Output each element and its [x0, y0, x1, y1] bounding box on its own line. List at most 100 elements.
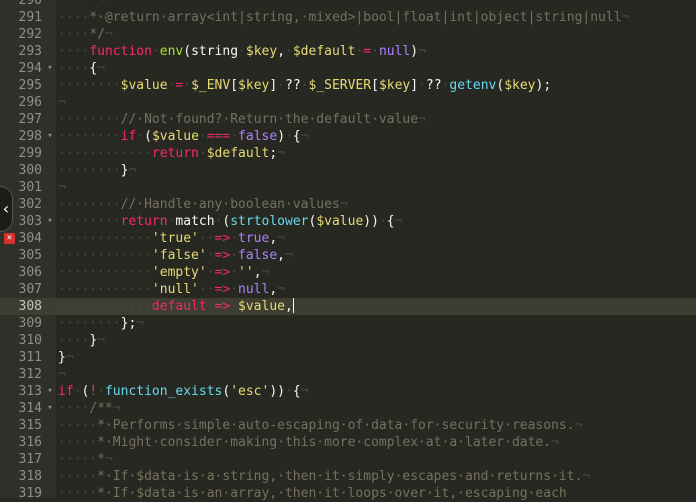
code-text[interactable]: ········};¬	[58, 315, 144, 332]
code-text[interactable]: ····/**¬	[58, 400, 121, 417]
code-line[interactable]: 319 ·····*·If·$data·is·an·array,·then·it·…	[0, 485, 696, 502]
code-line[interactable]: 312 ¬	[0, 366, 696, 383]
code-token: ·	[230, 265, 239, 280]
code-token: ····	[58, 10, 90, 25]
chevron-left-icon[interactable]: ‹	[0, 186, 13, 232]
fold-arrow-icon[interactable]: ▾	[45, 128, 55, 145]
code-line[interactable]: 293 ····function·env(string·$key,·$defaul…	[0, 43, 696, 60]
code-line[interactable]: ✕ 304 ············'true'··=>·true,¬	[0, 230, 696, 247]
code-text[interactable]: ¬	[58, 179, 66, 196]
error-x-icon[interactable]: ✕	[4, 233, 15, 244]
code-token: ¬	[582, 469, 591, 484]
code-text[interactable]: ········}¬	[58, 162, 136, 179]
code-token: ¬	[621, 10, 630, 25]
code-token: //·Not·found?·Return·the·default·value	[120, 112, 419, 127]
code-text[interactable]: ¬	[58, 94, 66, 111]
code-text[interactable]: ············'empty'·=>·'',¬	[58, 264, 269, 281]
fold-arrow-icon[interactable]: ▾	[45, 400, 55, 417]
code-token: null	[378, 44, 411, 59]
code-text[interactable]: ············'false'·=>·false,¬	[58, 247, 293, 264]
code-token: ¬	[97, 0, 105, 8]
code-line[interactable]: 301 ¬	[0, 179, 696, 196]
code-token: ····	[58, 44, 90, 59]
code-text[interactable]: ············return·$default;¬	[58, 145, 285, 162]
code-token: ·	[230, 299, 239, 314]
code-text[interactable]: ····{¬	[58, 60, 105, 77]
code-line[interactable]: 300 ········}¬	[0, 162, 696, 179]
code-text[interactable]: ·····*·If·$data·is·an·array,·then·it·loo…	[58, 485, 567, 502]
code-text[interactable]: ········//·Handle·any·boolean·values¬	[58, 196, 348, 213]
code-line[interactable]: 307 ············'null'··=>·null,¬	[0, 281, 696, 298]
code-token: ¬	[277, 282, 285, 297]
code-token: ········	[58, 163, 121, 178]
code-text[interactable]: if·(!·function_exists('esc'))·{¬	[58, 383, 308, 400]
code-text[interactable]: ····function·env(string·$key,·$default·=…	[58, 43, 426, 60]
code-text[interactable]: ····}¬	[58, 332, 105, 349]
code-line[interactable]: 297 ········//·Not·found?·Return·the·defa…	[0, 111, 696, 128]
code-token: ¬	[104, 452, 113, 467]
code-text[interactable]: ············'true'··=>·true,¬	[58, 230, 285, 247]
code-text[interactable]: ········return·match·(strtolower($value)…	[58, 213, 402, 230]
code-token: ·	[371, 44, 379, 59]
code-line[interactable]: 295 ········$value·=·$_ENV[$key]·??·$_SER…	[0, 77, 696, 94]
code-line[interactable]: 317 ·····*¬	[0, 451, 696, 468]
code-line[interactable]: 296 ¬	[0, 94, 696, 111]
fold-arrow-icon[interactable]: ▾	[45, 213, 55, 230]
code-line[interactable]: 303 ▾ ········return·match·(strtolower($va…	[0, 213, 696, 230]
code-token: ········	[58, 197, 121, 212]
code-line[interactable]: 309 ········};¬	[0, 315, 696, 332]
code-token: )	[277, 129, 286, 144]
code-text[interactable]: }¬	[58, 349, 74, 366]
code-lines[interactable]: 290 ····*¬ 291 ····*·@return·array<int|stri…	[0, 0, 696, 502]
code-line[interactable]: 305 ············'false'·=>·false,¬	[0, 247, 696, 264]
code-line[interactable]: 313 ▾ if·(!·function_exists('esc'))·{¬	[0, 383, 696, 400]
code-token: ····	[58, 333, 90, 348]
code-text[interactable]: ············'null'··=>·null,¬	[58, 281, 285, 298]
code-text[interactable]: ·····*·If·$data·is·a·string,·then·it·sim…	[58, 468, 590, 485]
fold-arrow-icon[interactable]: ▾	[45, 383, 55, 400]
code-line[interactable]: 310 ····}¬	[0, 332, 696, 349]
line-number: 296	[18, 95, 42, 110]
code-token: ·····	[58, 486, 98, 501]
code-line[interactable]: 294 ▾ ····{¬	[0, 60, 696, 77]
code-line[interactable]: 314 ▾ ····/**¬	[0, 400, 696, 417]
line-number: 310	[18, 333, 42, 348]
code-token: =>	[214, 248, 231, 263]
code-token: if	[120, 129, 137, 144]
code-line[interactable]: 291 ····*·@return·array<int|string,·mixed…	[0, 9, 696, 26]
code-line[interactable]: 306 ············'empty'·=>·'',¬	[0, 264, 696, 281]
code-text[interactable]: ········//·Not·found?·Return·the·default…	[58, 111, 426, 128]
code-text[interactable]: ····*¬	[58, 0, 105, 9]
code-line[interactable]: 308 ············default·=>·$value,	[0, 298, 696, 315]
code-line[interactable]: 299 ············return·$default;¬	[0, 145, 696, 162]
code-text[interactable]: ············default·=>·$value,	[58, 298, 294, 315]
code-line[interactable]: 316 ·····*·Might·consider·making·this·mor…	[0, 434, 696, 451]
code-line[interactable]: 318 ·····*·If·$data·is·a·string,·then·it·…	[0, 468, 696, 485]
code-editor[interactable]: 290 ····*¬ 291 ····*·@return·array<int|stri…	[0, 0, 696, 501]
code-line[interactable]: 298 ▾ ········if·($value·===·false)·{¬	[0, 128, 696, 145]
code-token: return	[151, 146, 199, 161]
code-text[interactable]: ·····*·Might·consider·making·this·more·c…	[58, 434, 559, 451]
code-text[interactable]: ·····*·Performs·simple·auto-escaping·of·…	[58, 417, 582, 434]
code-token: $value	[238, 299, 285, 314]
code-text[interactable]: ········if·($value·===·false)·{¬	[58, 128, 309, 145]
code-token: null	[238, 282, 270, 297]
code-text[interactable]: ····*·@return·array<int|string,·mixed>|b…	[58, 9, 629, 26]
line-number: 308	[18, 299, 42, 314]
code-token: ??	[425, 78, 442, 93]
code-line[interactable]: 311}¬	[0, 349, 696, 366]
code-line[interactable]: 290 ····*¬	[0, 0, 696, 9]
code-token: env	[159, 44, 184, 59]
code-line[interactable]: 315 ·····*·Performs·simple·auto-escaping·…	[0, 417, 696, 434]
code-text[interactable]: ·····*¬	[58, 451, 113, 468]
code-token: 'esc'	[230, 384, 270, 399]
code-text[interactable]: ¬	[58, 366, 66, 383]
code-token: ·	[418, 78, 426, 93]
code-token: *·@return·array<int|string,·mixed>|bool|…	[89, 10, 622, 25]
code-token: ¬	[285, 248, 293, 263]
code-text[interactable]: ········$value·=·$_ENV[$key]·??·$_SERVER…	[58, 77, 551, 94]
code-text[interactable]: ····*/¬	[58, 26, 113, 43]
code-line[interactable]: 302 ········//·Handle·any·boolean·values¬	[0, 196, 696, 213]
code-line[interactable]: 292 ····*/¬	[0, 26, 696, 43]
fold-arrow-icon[interactable]: ▾	[45, 60, 55, 77]
